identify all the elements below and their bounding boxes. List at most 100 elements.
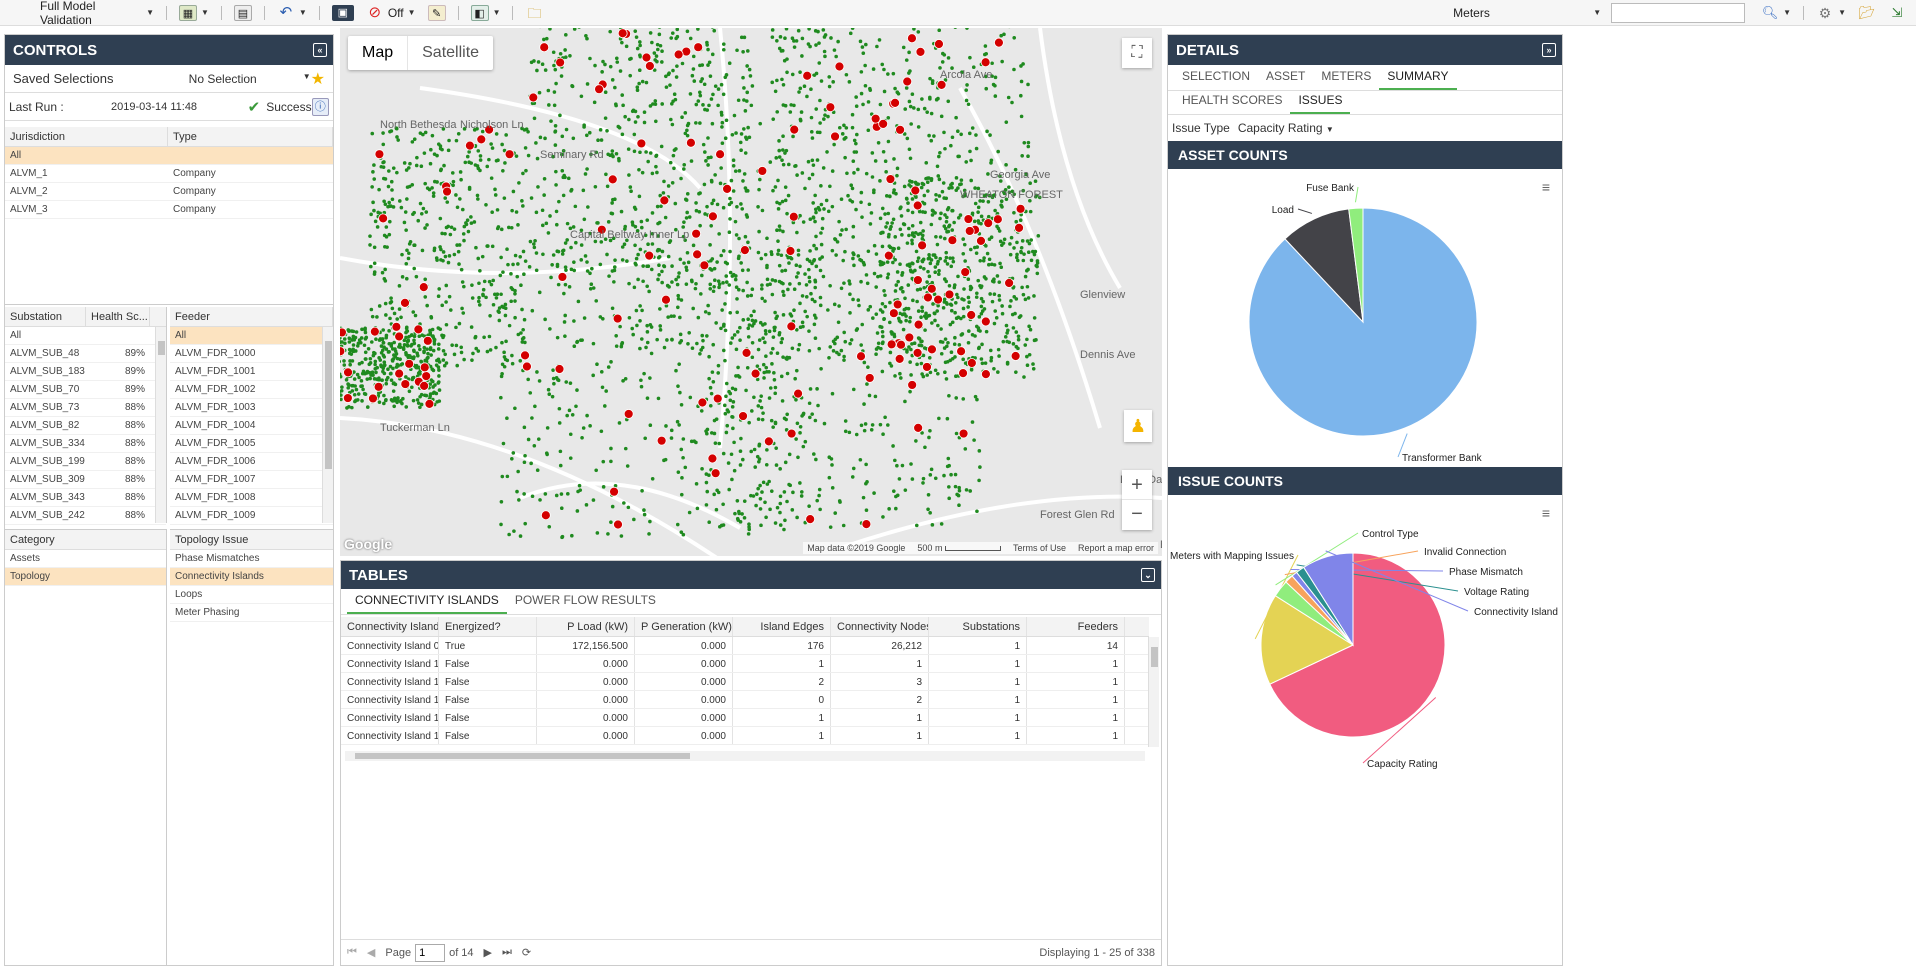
issue-marker[interactable] bbox=[861, 519, 872, 530]
search-scope-select[interactable]: Meters ▼ bbox=[1447, 0, 1607, 26]
issue-marker[interactable] bbox=[907, 380, 918, 390]
issue-marker[interactable] bbox=[522, 361, 532, 372]
issue-marker[interactable] bbox=[673, 49, 684, 60]
issue-marker[interactable] bbox=[707, 453, 718, 464]
chart-menu-icon[interactable]: ≡ bbox=[1542, 505, 1550, 521]
issue-marker[interactable] bbox=[692, 249, 703, 260]
substation-col-header[interactable]: Substation bbox=[5, 307, 86, 326]
feeder-row[interactable]: ALVM_FDR_1003 bbox=[170, 399, 333, 417]
hscroll-thumb[interactable] bbox=[355, 753, 690, 759]
issue-marker[interactable] bbox=[912, 275, 923, 285]
jurisdiction-col-header[interactable]: Jurisdiction bbox=[5, 127, 168, 146]
layer-button[interactable]: ▦ ▼ bbox=[173, 0, 215, 26]
issue-marker[interactable] bbox=[902, 76, 913, 87]
issue-marker[interactable] bbox=[966, 358, 977, 368]
scroll-thumb[interactable] bbox=[1151, 647, 1158, 667]
issue-marker[interactable] bbox=[693, 42, 704, 53]
issue-marker[interactable] bbox=[378, 213, 389, 224]
substation-row[interactable]: ALVM_SUB_70 89% bbox=[5, 381, 166, 399]
substation-scrollbar[interactable] bbox=[155, 327, 166, 523]
issue-marker[interactable] bbox=[404, 358, 415, 369]
issue-marker[interactable] bbox=[424, 398, 435, 409]
issue-marker[interactable] bbox=[419, 380, 430, 391]
issue-marker[interactable] bbox=[913, 422, 924, 433]
tab-summary[interactable]: SUMMARY bbox=[1379, 65, 1457, 90]
issue-marker[interactable] bbox=[342, 393, 353, 403]
issue-marker[interactable] bbox=[641, 52, 652, 63]
issue-marker[interactable] bbox=[686, 137, 696, 148]
issue-marker[interactable] bbox=[805, 514, 816, 525]
issue-marker[interactable] bbox=[936, 79, 947, 90]
issue-marker[interactable] bbox=[785, 246, 796, 256]
feeder-row[interactable]: ALVM_FDR_1005 bbox=[170, 435, 333, 453]
issue-marker[interactable] bbox=[1014, 222, 1024, 233]
open-button[interactable]: 📂︎ bbox=[1852, 0, 1882, 26]
star-icon[interactable]: ★ bbox=[311, 69, 325, 89]
scroll-thumb[interactable] bbox=[325, 341, 332, 469]
jurisdiction-row[interactable]: All bbox=[5, 147, 333, 165]
category-row[interactable]: Topology bbox=[5, 568, 166, 586]
issue-marker[interactable] bbox=[400, 379, 411, 389]
tab-meters[interactable]: METERS bbox=[1313, 65, 1379, 90]
issue-marker[interactable] bbox=[980, 316, 991, 327]
issue-marker[interactable] bbox=[465, 140, 475, 151]
issue-marker[interactable] bbox=[983, 218, 994, 229]
substation-row[interactable]: ALVM_SUB_48 89% bbox=[5, 345, 166, 363]
substation-row[interactable]: ALVM_SUB_242 88% bbox=[5, 507, 166, 525]
page-input[interactable] bbox=[415, 943, 446, 962]
issue-marker[interactable] bbox=[391, 321, 402, 332]
issue-marker[interactable] bbox=[419, 362, 430, 373]
issue-marker[interactable] bbox=[708, 211, 718, 222]
saved-selections-select[interactable]: No Selection ▼ bbox=[189, 72, 311, 86]
issue-marker[interactable] bbox=[722, 183, 732, 194]
issue-marker[interactable] bbox=[994, 37, 1004, 48]
issue-marker[interactable] bbox=[958, 428, 969, 439]
feeder-row[interactable]: ALVM_FDR_1000 bbox=[170, 345, 333, 363]
scroll-thumb[interactable] bbox=[158, 341, 165, 355]
terms-link[interactable]: Terms of Use bbox=[1013, 543, 1066, 553]
issue-marker[interactable] bbox=[958, 368, 968, 379]
table-column-header[interactable]: Energized? bbox=[439, 617, 537, 636]
issue-marker[interactable] bbox=[636, 138, 647, 149]
issue-marker[interactable] bbox=[740, 245, 750, 256]
table-column-header[interactable]: Feeders bbox=[1027, 617, 1125, 636]
issue-marker[interactable] bbox=[966, 310, 977, 320]
issue-marker[interactable] bbox=[373, 381, 384, 392]
substation-row[interactable]: ALVM_SUB_309 88% bbox=[5, 471, 166, 489]
issue-marker[interactable] bbox=[540, 510, 551, 521]
subtab-issues[interactable]: ISSUES bbox=[1290, 89, 1351, 114]
issue-marker[interactable] bbox=[554, 364, 565, 374]
feeder-row[interactable]: All bbox=[170, 327, 333, 345]
table-column-header[interactable]: P Generation (kW) bbox=[635, 617, 733, 636]
issue-marker[interactable] bbox=[912, 200, 923, 211]
search-input[interactable] bbox=[1611, 2, 1746, 23]
issue-marker[interactable] bbox=[904, 332, 915, 343]
filter-toggle[interactable]: ⊘ Off ▼ bbox=[360, 0, 422, 26]
topology-col-header[interactable]: Topology Issue bbox=[170, 530, 333, 549]
issue-marker[interactable] bbox=[888, 308, 899, 319]
issue-marker[interactable] bbox=[394, 368, 405, 379]
issue-marker[interactable] bbox=[786, 428, 797, 439]
issue-marker[interactable] bbox=[926, 283, 937, 294]
issue-marker[interactable] bbox=[607, 174, 618, 185]
map-view-button[interactable]: ▣ bbox=[326, 0, 360, 26]
issue-marker[interactable] bbox=[644, 250, 655, 261]
collapse-icon[interactable]: « bbox=[313, 43, 327, 57]
table-column-header[interactable]: Substations bbox=[929, 617, 1027, 636]
issue-marker[interactable] bbox=[915, 46, 926, 57]
issue-marker[interactable] bbox=[557, 272, 568, 282]
issue-marker[interactable] bbox=[894, 353, 905, 364]
health-col-header[interactable]: Health Sc... bbox=[86, 307, 150, 326]
table-row[interactable]: Connectivity Island 151False0.0000.00002… bbox=[341, 691, 1149, 709]
issue-marker[interactable] bbox=[964, 226, 975, 236]
jurisdiction-row[interactable]: ALVM_2 Company bbox=[5, 183, 333, 201]
issue-marker[interactable] bbox=[644, 61, 655, 71]
issue-marker[interactable] bbox=[922, 362, 932, 372]
feeder-row[interactable]: ALVM_FDR_1001 bbox=[170, 363, 333, 381]
type-col-header[interactable]: Type bbox=[168, 127, 333, 146]
issue-marker[interactable] bbox=[825, 102, 836, 113]
issue-marker[interactable] bbox=[613, 519, 623, 530]
issue-marker[interactable] bbox=[912, 348, 923, 358]
feeder-row[interactable]: ALVM_FDR_1008 bbox=[170, 489, 333, 507]
topology-row[interactable]: Connectivity Islands bbox=[170, 568, 333, 586]
